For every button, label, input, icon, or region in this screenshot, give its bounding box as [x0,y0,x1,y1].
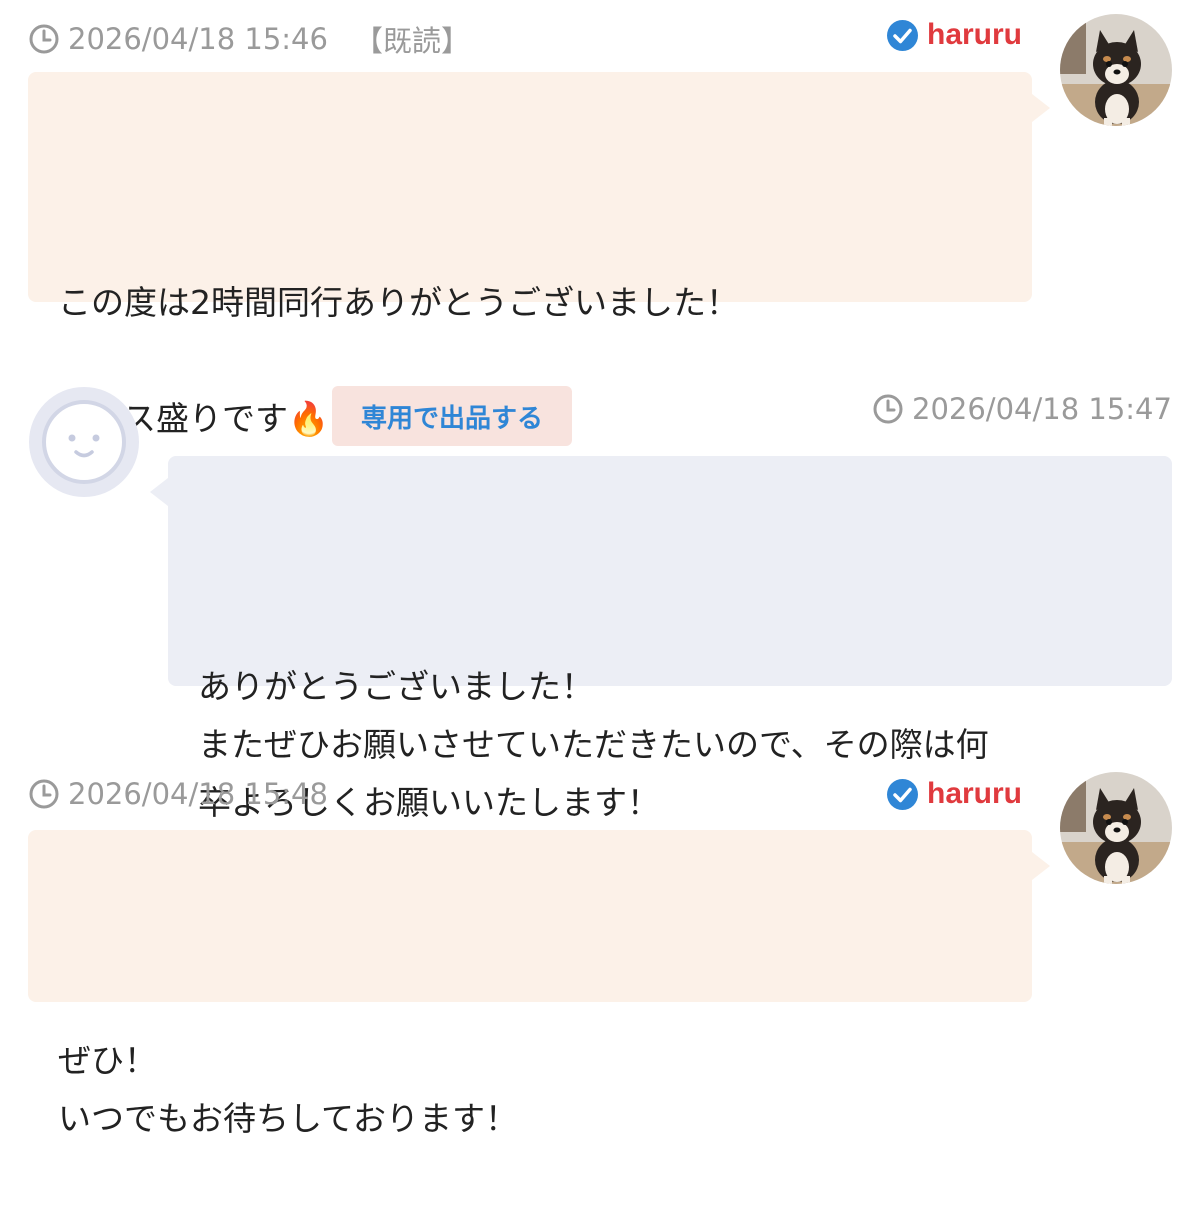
clock-icon [29,779,59,809]
bubble-tail [1032,94,1050,122]
bubble-tail [1032,852,1050,880]
shiba-dog-avatar-image [1060,772,1172,884]
message-1-meta: 2026/04/18 15:46 【既読】 [28,18,470,60]
message-bubble-other: ありがとうございました！ またぜひお願いさせていただきたいので、その際は何 卒よ… [150,456,1172,822]
shiba-dog-avatar-image [1060,14,1172,126]
username: haruru [927,777,1023,810]
username: haruru [927,18,1023,51]
username-link[interactable]: haruru [886,18,1022,52]
message-3-meta: 2026/04/18 15:48 [28,777,328,811]
message-2-meta: 2026/04/18 15:47 [872,392,1172,426]
list-exclusive-button[interactable]: 専用で出品する [332,386,572,446]
message-text: ぜひ！ いつでもお待ちしております！ [58,1041,519,1138]
message-timestamp: 2026/04/18 15:47 [912,392,1172,426]
message-bubble-own: ぜひ！ いつでもお待ちしております！ [28,830,1050,1138]
clock-icon [873,394,903,424]
clock-icon [29,24,59,54]
verified-check-icon [887,778,918,810]
message-timestamp: 2026/04/18 15:48 [68,777,328,811]
read-status: 【既読】 [353,24,470,58]
message-timestamp: 2026/04/18 15:46 [68,22,328,56]
bubble-tail [150,478,168,506]
user-avatar[interactable] [1060,14,1172,126]
verified-check-icon [887,19,918,51]
message-bubble-own: この度は2時間同行ありがとうございました！ ナイス盛りです🔥 [28,72,1050,438]
default-avatar[interactable] [28,386,140,498]
user-avatar[interactable] [1060,772,1172,884]
smiley-face-icon [29,387,139,497]
username-link[interactable]: haruru [886,777,1022,811]
